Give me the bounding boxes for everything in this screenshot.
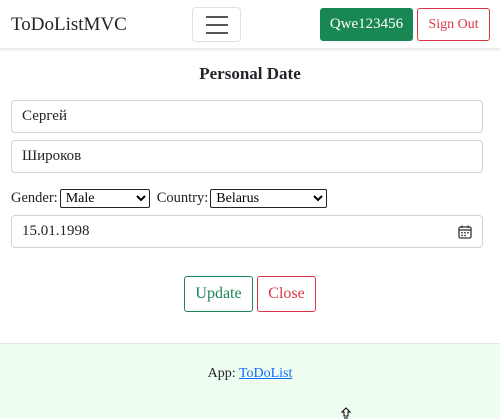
gender-label: Gender:: [11, 189, 58, 206]
gender-country-row: Gender: Male Country: Belarus: [11, 188, 328, 208]
brand-link[interactable]: ToDoListMVC: [11, 14, 127, 36]
birth-date-input[interactable]: 15.01.1998: [11, 215, 483, 248]
footer-app-label: App:: [207, 366, 236, 381]
close-button[interactable]: Close: [257, 276, 316, 312]
country-label: Country:: [156, 189, 209, 206]
country-select[interactable]: Belarus: [210, 188, 328, 208]
sign-out-button[interactable]: Sign Out: [417, 8, 490, 41]
hamburger-menu-icon[interactable]: [192, 7, 241, 42]
birth-date-value: 15.01.1998: [22, 223, 90, 239]
hamburger-line: [205, 15, 228, 18]
page-footer: App: ToDoList: [0, 343, 500, 419]
last-name-input[interactable]: [11, 140, 483, 173]
footer-app-link[interactable]: ToDoList: [239, 366, 292, 381]
calendar-icon[interactable]: [458, 225, 472, 239]
top-navbar: ToDoListMVC Qwe123456 Sign Out: [0, 0, 500, 49]
hamburger-line: [205, 23, 228, 26]
update-button[interactable]: Update: [184, 276, 253, 312]
page-title: Personal Date: [199, 64, 301, 83]
cursor-icon: [340, 407, 352, 419]
hamburger-line: [205, 31, 228, 34]
user-account-button[interactable]: Qwe123456: [320, 8, 413, 41]
footer-text: App: ToDoList: [0, 366, 500, 382]
first-name-input[interactable]: [11, 100, 483, 133]
gender-select[interactable]: Male: [59, 188, 150, 208]
